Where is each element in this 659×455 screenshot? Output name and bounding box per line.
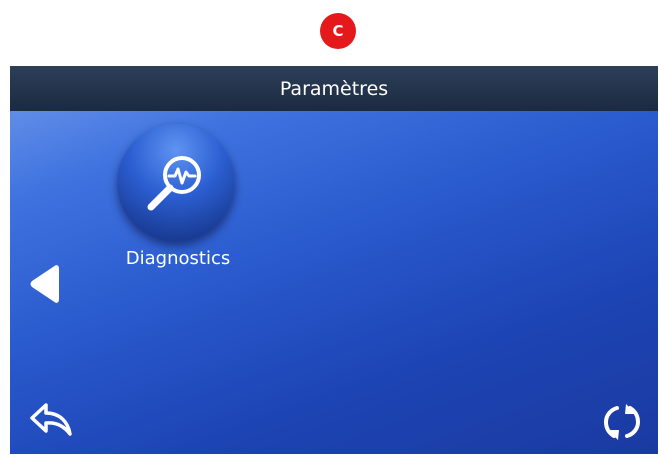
previous-page-button[interactable] — [26, 262, 62, 310]
triangle-left-icon — [30, 265, 59, 303]
page: C Paramètres Diagnostics — [0, 0, 659, 455]
back-button[interactable] — [28, 399, 76, 443]
diagnostics-tile-button[interactable] — [117, 124, 235, 242]
step-badge: C — [320, 13, 356, 49]
refresh-button[interactable] — [600, 400, 644, 448]
step-badge-label: C — [332, 22, 344, 40]
page-title: Paramètres — [279, 77, 389, 100]
spa-control-screen: Paramètres Diagnostics — [10, 66, 658, 454]
title-bar: Paramètres — [10, 66, 658, 111]
magnifier-heartbeat-icon — [147, 156, 201, 211]
return-arrow-icon — [30, 403, 72, 436]
refresh-icon — [603, 404, 641, 440]
diagnostics-label: Diagnostics — [125, 248, 231, 269]
